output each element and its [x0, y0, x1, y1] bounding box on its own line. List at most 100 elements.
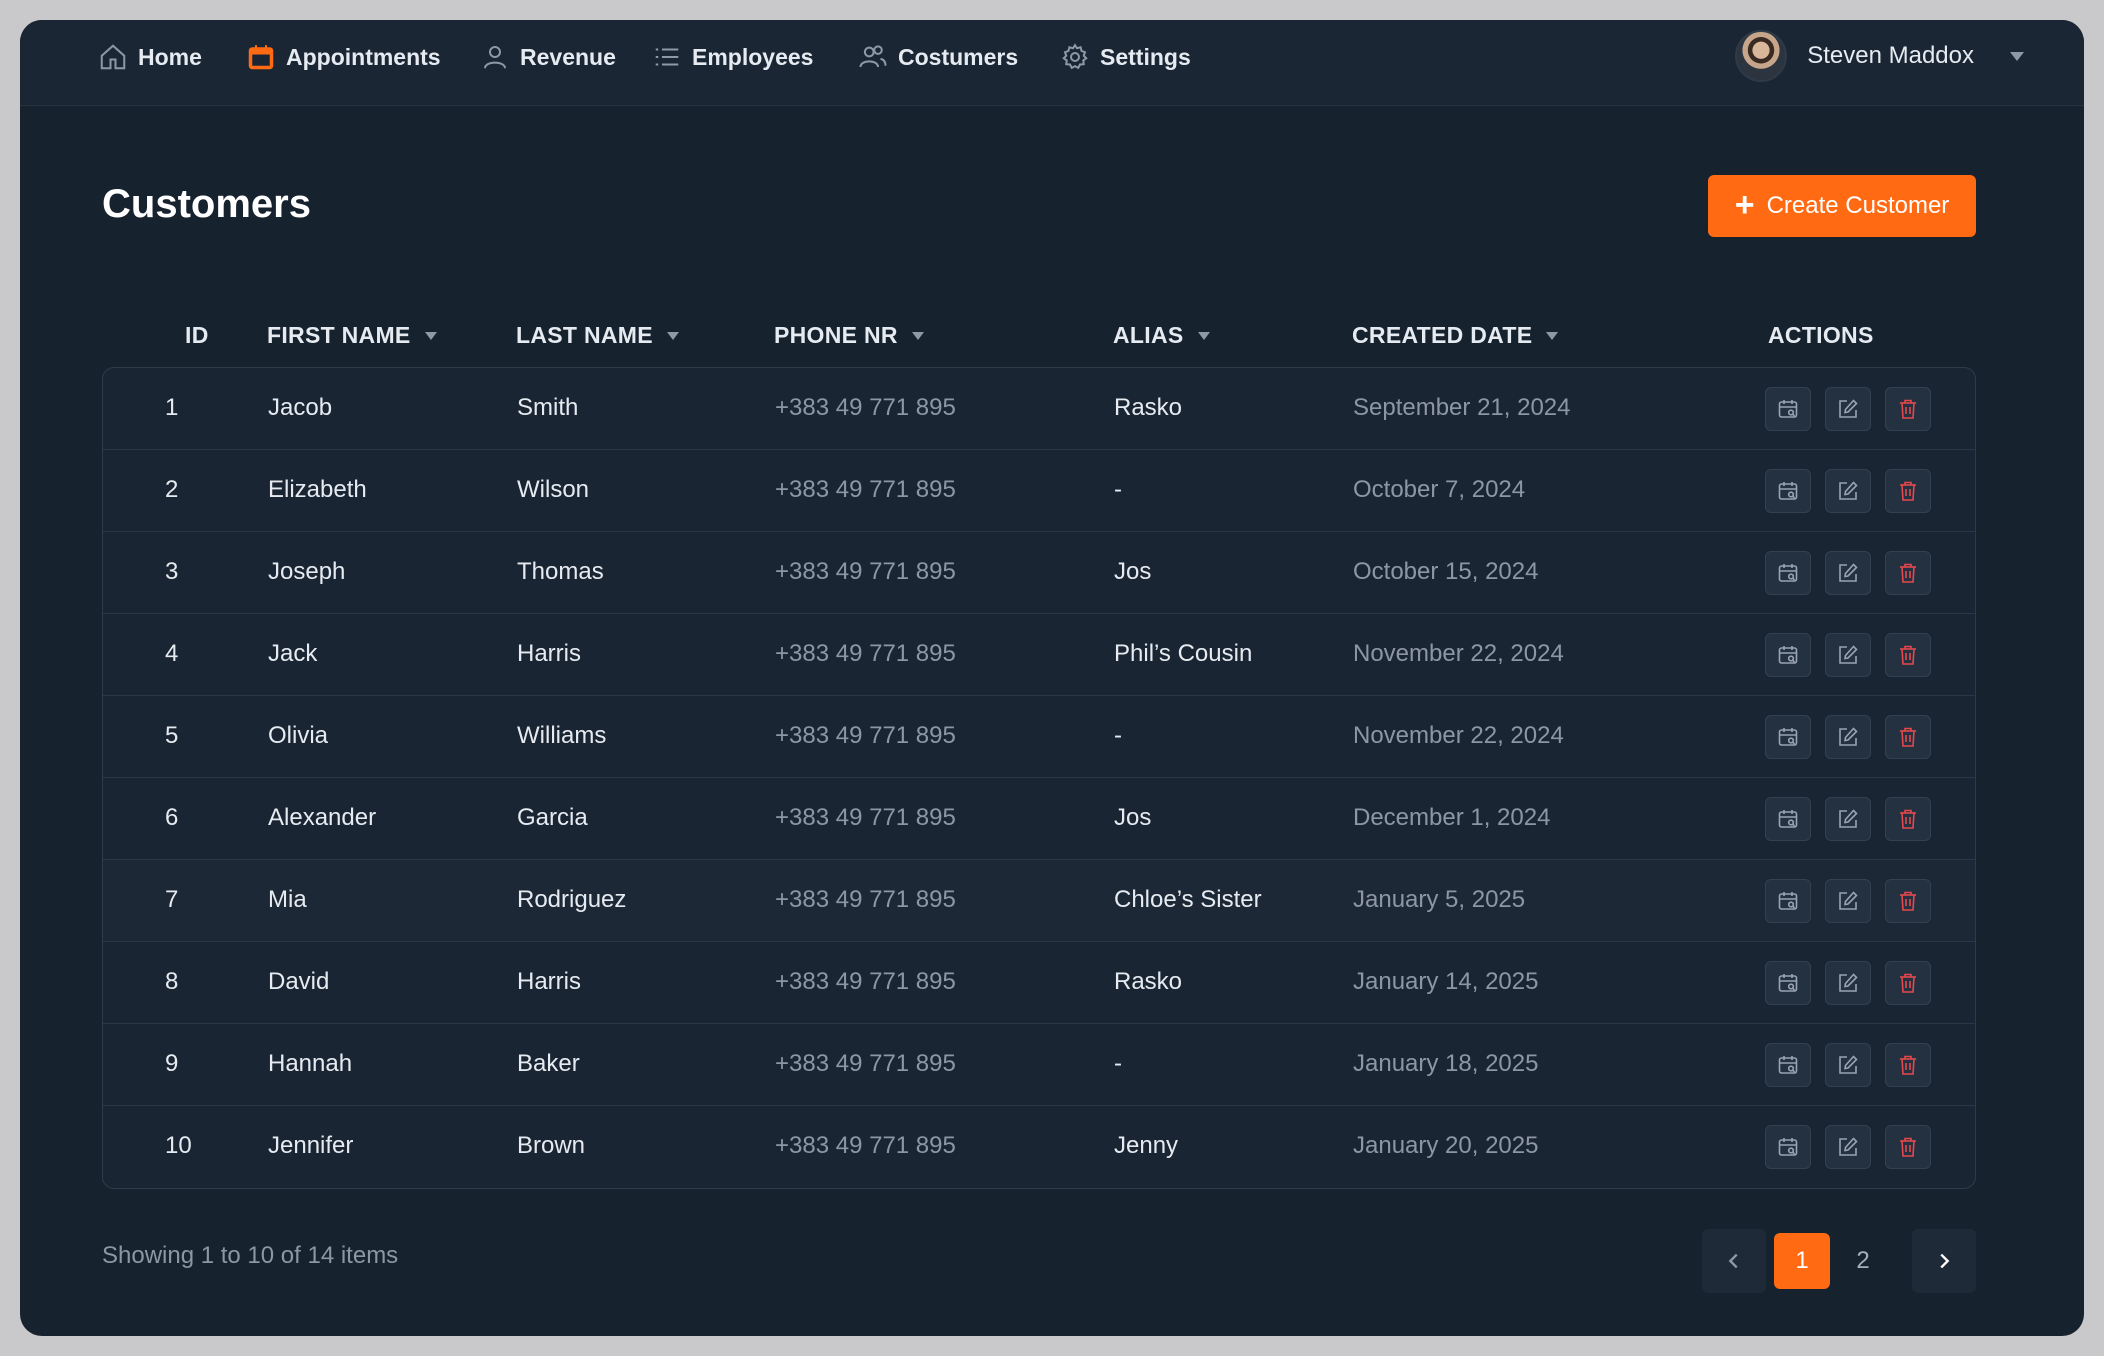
edit-icon [1836, 1053, 1860, 1077]
trash-icon [1896, 807, 1920, 831]
cell-first: Mia [268, 886, 307, 913]
cell-last: Thomas [517, 558, 604, 585]
delete-button[interactable] [1885, 469, 1931, 513]
row-actions [1765, 879, 1931, 923]
sort-icon [666, 331, 679, 340]
trash-icon [1896, 1053, 1920, 1077]
user-icon [484, 46, 506, 69]
schedule-button[interactable] [1765, 551, 1811, 595]
trash-icon [1896, 725, 1920, 749]
column-header-phone[interactable]: PHONE NR [774, 322, 924, 349]
nav-item-label: Costumers [898, 43, 1019, 70]
row-actions [1765, 797, 1931, 841]
cell-phone: +383 49 771 895 [775, 640, 956, 667]
schedule-button[interactable] [1765, 387, 1811, 431]
delete-button[interactable] [1885, 797, 1931, 841]
delete-button[interactable] [1885, 1125, 1931, 1169]
schedule-button[interactable] [1765, 715, 1811, 759]
delete-button[interactable] [1885, 551, 1931, 595]
create-customer-button[interactable]: + Create Customer [1708, 175, 1976, 237]
nav-item-employees[interactable]: Employees [652, 40, 813, 74]
edit-icon [1836, 971, 1860, 995]
cell-created: October 7, 2024 [1353, 476, 1526, 503]
edit-button[interactable] [1825, 469, 1871, 513]
cell-first: David [268, 968, 330, 995]
schedule-button[interactable] [1765, 879, 1811, 923]
page-title: Customers [102, 182, 311, 226]
edit-button[interactable] [1825, 961, 1871, 1005]
schedule-button[interactable] [1765, 961, 1811, 1005]
cell-first: Alexander [268, 804, 377, 831]
edit-icon [1836, 397, 1860, 421]
column-header-last-name[interactable]: LAST NAME [516, 322, 679, 349]
delete-button[interactable] [1885, 961, 1931, 1005]
next-page-button[interactable] [1912, 1229, 1976, 1293]
calendar-search-icon [1776, 971, 1800, 995]
edit-button[interactable] [1825, 879, 1871, 923]
edit-button[interactable] [1825, 387, 1871, 431]
nav-item-costumers[interactable]: Costumers [858, 40, 1018, 74]
prev-page-button[interactable] [1702, 1229, 1766, 1293]
nav-item-settings[interactable]: Settings [1060, 40, 1191, 74]
cell-first: Hannah [268, 1050, 353, 1077]
cell-last: Rodriguez [517, 886, 627, 913]
sort-icon [424, 331, 437, 340]
cell-first: Jacob [268, 394, 333, 421]
create-customer-label: Create Customer [1766, 192, 1950, 219]
schedule-button[interactable] [1765, 469, 1811, 513]
user-menu[interactable]: Steven Maddox [1735, 28, 2024, 84]
edit-button[interactable] [1825, 715, 1871, 759]
cell-last: Brown [517, 1132, 586, 1159]
row-actions [1765, 551, 1931, 595]
nav-item-home[interactable]: Home [98, 40, 202, 74]
edit-icon [1836, 725, 1860, 749]
edit-icon [1836, 561, 1860, 585]
edit-icon [1836, 807, 1860, 831]
trash-icon [1896, 971, 1920, 995]
delete-button[interactable] [1885, 1043, 1931, 1087]
edit-button[interactable] [1825, 1125, 1871, 1169]
cell-id: 2 [165, 476, 179, 503]
edit-button[interactable] [1825, 551, 1871, 595]
schedule-button[interactable] [1765, 1125, 1811, 1169]
table-row: 4 Jack Harris +383 49 771 895 Phil’s Cousin N… [103, 614, 1975, 696]
cell-phone: +383 49 771 895 [775, 394, 956, 421]
cell-alias: Jos [1114, 558, 1152, 585]
cell-first: Joseph [268, 558, 346, 585]
cell-created: October 15, 2024 [1353, 558, 1539, 585]
edit-icon [1836, 643, 1860, 667]
calendar-search-icon [1776, 1053, 1800, 1077]
app-window: Home Appointments Revenue Employees Cost… [20, 20, 2084, 1336]
page-button-2[interactable]: 2 [1838, 1229, 1888, 1293]
cell-phone: +383 49 771 895 [775, 558, 956, 585]
nav-item-appointments[interactable]: Appointments [246, 40, 441, 74]
delete-button[interactable] [1885, 879, 1931, 923]
table-row: 6 Alexander Garcia +383 49 771 895 Jos Decemb… [103, 778, 1975, 860]
table-row: 8 David Harris +383 49 771 895 Rasko January … [103, 942, 1975, 1024]
schedule-button[interactable] [1765, 797, 1811, 841]
delete-button[interactable] [1885, 633, 1931, 677]
edit-button[interactable] [1825, 797, 1871, 841]
pagination-summary: Showing 1 to 10 of 14 items [102, 1242, 399, 1269]
nav-item-revenue[interactable]: Revenue [480, 40, 616, 74]
column-header-first-name[interactable]: FIRST NAME [267, 322, 437, 349]
delete-button[interactable] [1885, 715, 1931, 759]
edit-button[interactable] [1825, 1043, 1871, 1087]
cell-id: 10 [165, 1132, 192, 1159]
column-header-created-date[interactable]: CREATED DATE [1352, 322, 1559, 349]
table-row: 5 Olivia Williams +383 49 771 895 - November … [103, 696, 1975, 778]
cell-alias: - [1114, 1050, 1122, 1077]
nav-item-label: Appointments [286, 43, 441, 70]
cell-created: September 21, 2024 [1353, 394, 1571, 421]
delete-button[interactable] [1885, 387, 1931, 431]
calendar-search-icon [1776, 643, 1800, 667]
table-row: 3 Joseph Thomas +383 49 771 895 Jos October 1… [103, 532, 1975, 614]
edit-button[interactable] [1825, 633, 1871, 677]
cell-last: Garcia [517, 804, 588, 831]
schedule-button[interactable] [1765, 633, 1811, 677]
column-header-alias[interactable]: ALIAS [1113, 322, 1210, 349]
trash-icon [1896, 643, 1920, 667]
page-button-1[interactable]: 1 [1774, 1233, 1830, 1289]
cell-last: Baker [517, 1050, 580, 1077]
schedule-button[interactable] [1765, 1043, 1811, 1087]
